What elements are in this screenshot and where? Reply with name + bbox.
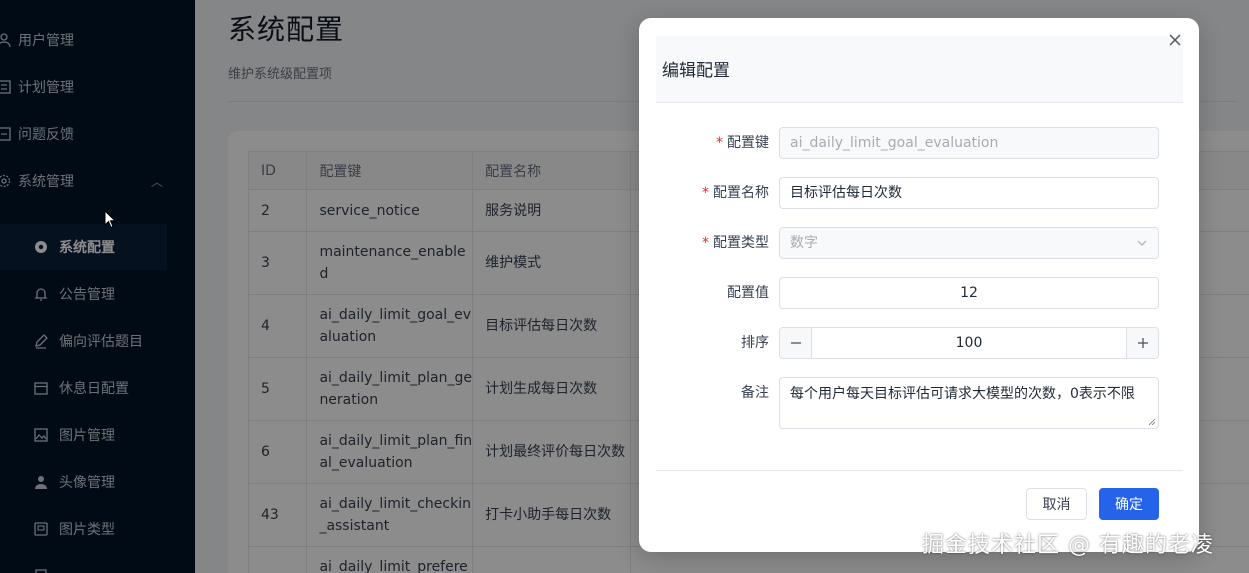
decrement-button[interactable] bbox=[780, 328, 812, 358]
config-key-input[interactable]: ai_daily_limit_goal_evaluation bbox=[779, 127, 1159, 159]
config-name-input[interactable]: 目标评估每日次数 bbox=[779, 177, 1159, 209]
config-type-select[interactable]: 数字 bbox=[779, 227, 1159, 259]
sort-stepper: 100 bbox=[779, 327, 1159, 359]
increment-button[interactable] bbox=[1126, 328, 1158, 358]
required-mark: * bbox=[702, 185, 709, 201]
field-label-type: * 配置类型 bbox=[702, 235, 769, 251]
remark-text: 每个用户每天目标评估可请求大模型的次数，0表示不限 bbox=[790, 386, 1135, 402]
field-label-sort: 排序 bbox=[741, 335, 769, 351]
field-label-remark: 备注 bbox=[741, 385, 769, 401]
dialog-title: 编辑配置 bbox=[662, 61, 730, 81]
close-icon bbox=[1169, 34, 1181, 46]
dialog-header bbox=[656, 36, 1183, 102]
resize-grip-icon[interactable] bbox=[1148, 418, 1156, 426]
mouse-cursor-icon bbox=[104, 210, 117, 229]
close-button[interactable] bbox=[1166, 31, 1184, 49]
minus-icon bbox=[790, 342, 801, 344]
required-mark: * bbox=[716, 135, 723, 151]
field-label-key: * 配置键 bbox=[716, 135, 769, 151]
edit-config-dialog: 编辑配置 * 配置键 ai_daily_limit_goal_evaluation… bbox=[639, 18, 1199, 552]
sort-input[interactable]: 100 bbox=[812, 328, 1126, 358]
config-value-input[interactable]: 12 bbox=[779, 277, 1159, 309]
chevron-down-icon bbox=[1136, 228, 1148, 258]
confirm-button[interactable]: 确定 bbox=[1099, 488, 1159, 520]
required-mark: * bbox=[702, 235, 709, 251]
cancel-button[interactable]: 取消 bbox=[1026, 488, 1087, 520]
divider bbox=[656, 470, 1183, 471]
remark-textarea[interactable]: 每个用户每天目标评估可请求大模型的次数，0表示不限 bbox=[779, 377, 1159, 429]
divider bbox=[656, 102, 1183, 103]
plus-icon bbox=[1137, 338, 1148, 348]
watermark: 掘金技术社区 @ 有趣的老凌 bbox=[922, 533, 1214, 558]
field-label-value: 配置值 bbox=[727, 285, 769, 301]
field-label-name: * 配置名称 bbox=[702, 185, 769, 201]
select-value: 数字 bbox=[790, 235, 818, 251]
